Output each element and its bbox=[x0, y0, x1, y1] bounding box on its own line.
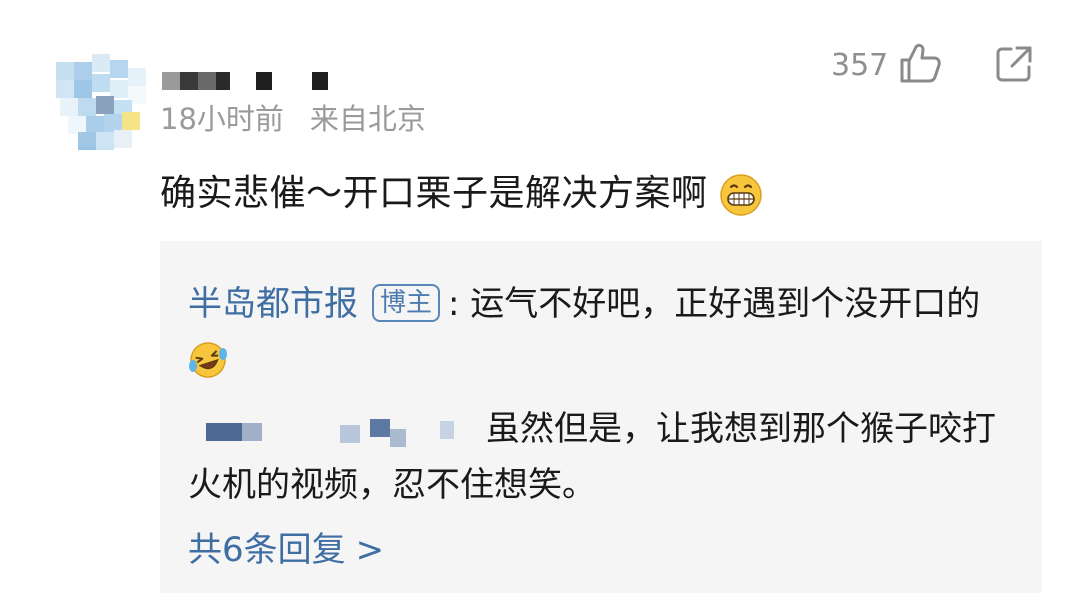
like-count: 357 bbox=[831, 48, 889, 83]
comment-meta: 18小时前 来自北京 bbox=[160, 96, 426, 138]
avatar[interactable] bbox=[46, 40, 154, 156]
chevron-right-icon: > bbox=[355, 530, 385, 570]
reply-separator: : bbox=[448, 284, 460, 324]
blogger-badge: 博主 bbox=[372, 284, 441, 322]
more-replies-label: 共6条回复 bbox=[188, 530, 346, 570]
comment-body: 确实悲催～开口栗子是解决方案啊 bbox=[160, 164, 763, 217]
share-icon[interactable] bbox=[994, 44, 1034, 84]
laughing-crying-face-icon bbox=[189, 341, 227, 378]
comment-location: 来自北京 bbox=[309, 102, 426, 136]
reply-item: 虽然但是，让我想到那个猴子咬打火机的视频，忍不住想笑。 bbox=[188, 401, 1008, 513]
thumbs-up-icon[interactable] bbox=[898, 42, 942, 84]
reply-author-link[interactable]: 半岛都市报 bbox=[188, 284, 358, 324]
reply-item: 半岛都市报 博主: 运气不好吧，正好遇到个没开口的 bbox=[188, 277, 1008, 385]
username-redacted[interactable] bbox=[162, 72, 342, 92]
reply-section: 半岛都市报 博主: 运气不好吧，正好遇到个没开口的 虽然但是，让我想到那个猴子咬打… bbox=[160, 241, 1042, 593]
comment-text: 确实悲催～开口栗子是解决方案啊 bbox=[160, 173, 708, 214]
reply-text: 虽然但是，让我想到那个猴子咬打火机的视频，忍不住想笑。 bbox=[188, 409, 996, 505]
grinning-face-icon bbox=[720, 174, 763, 216]
view-all-replies-link[interactable]: 共6条回复 > bbox=[188, 522, 384, 571]
comment-time: 18小时前 bbox=[160, 102, 284, 136]
reply-text: 运气不好吧，正好遇到个没开口的 bbox=[470, 284, 981, 324]
